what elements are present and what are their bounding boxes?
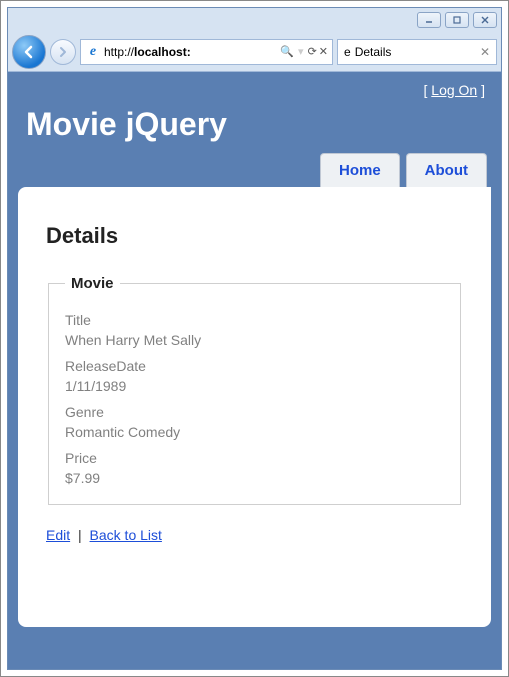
tab-close-icon[interactable]: ✕	[480, 45, 490, 59]
maximize-button[interactable]	[445, 12, 469, 28]
address-bar-tools: 🔍 ▾ ⟳ ✕	[280, 45, 328, 58]
value-price: $7.99	[65, 470, 444, 486]
minimize-button[interactable]	[417, 12, 441, 28]
label-price: Price	[65, 450, 444, 466]
back-to-list-link[interactable]: Back to List	[90, 527, 162, 543]
movie-fieldset: Movie Title When Harry Met Sally Release…	[48, 275, 461, 505]
arrow-left-icon	[21, 44, 37, 60]
page-viewport: [ Log On ] Movie jQuery Home About Detai…	[8, 72, 501, 669]
nav-tab-home[interactable]: Home	[320, 153, 400, 187]
actions-divider: |	[78, 527, 82, 543]
url-text: http://localhost:	[104, 45, 277, 59]
page-heading: Details	[46, 223, 463, 249]
address-bar[interactable]: e http://localhost: 🔍 ▾ ⟳ ✕	[80, 39, 333, 65]
logon-link[interactable]: Log On	[431, 82, 477, 98]
label-title: Title	[65, 312, 444, 328]
window-titlebar	[8, 8, 501, 32]
stop-icon[interactable]: ✕	[319, 45, 328, 58]
actions-row: Edit | Back to List	[46, 527, 463, 543]
label-genre: Genre	[65, 404, 444, 420]
site-title: Movie jQuery	[26, 106, 483, 143]
logon-area: [ Log On ]	[18, 72, 491, 102]
close-icon	[480, 15, 490, 25]
arrow-right-icon	[57, 46, 69, 58]
nav-tab-about[interactable]: About	[406, 153, 487, 187]
browser-tab[interactable]: e Details ✕	[337, 39, 497, 65]
forward-button[interactable]	[50, 39, 76, 65]
close-window-button[interactable]	[473, 12, 497, 28]
value-genre: Romantic Comedy	[65, 424, 444, 440]
refresh-icon[interactable]: ⟳	[308, 45, 317, 58]
tab-title: Details	[355, 45, 476, 59]
fieldset-legend: Movie	[65, 275, 120, 292]
ie-icon: e	[85, 44, 101, 60]
ie-icon: e	[344, 45, 351, 59]
content-card: Details Movie Title When Harry Met Sally…	[18, 187, 491, 627]
back-button[interactable]	[12, 35, 46, 69]
search-icon[interactable]: 🔍	[280, 45, 294, 58]
minimize-icon	[424, 15, 434, 25]
maximize-icon	[452, 15, 462, 25]
main-nav: Home About	[18, 143, 491, 187]
value-releasedate: 1/11/1989	[65, 378, 444, 394]
label-releasedate: ReleaseDate	[65, 358, 444, 374]
browser-window: e http://localhost: 🔍 ▾ ⟳ ✕ e Details ✕ …	[7, 7, 502, 670]
app-frame: e http://localhost: 🔍 ▾ ⟳ ✕ e Details ✕ …	[0, 0, 509, 677]
edit-link[interactable]: Edit	[46, 527, 70, 543]
value-title: When Harry Met Sally	[65, 332, 444, 348]
browser-nav-row: e http://localhost: 🔍 ▾ ⟳ ✕ e Details ✕	[8, 32, 501, 72]
